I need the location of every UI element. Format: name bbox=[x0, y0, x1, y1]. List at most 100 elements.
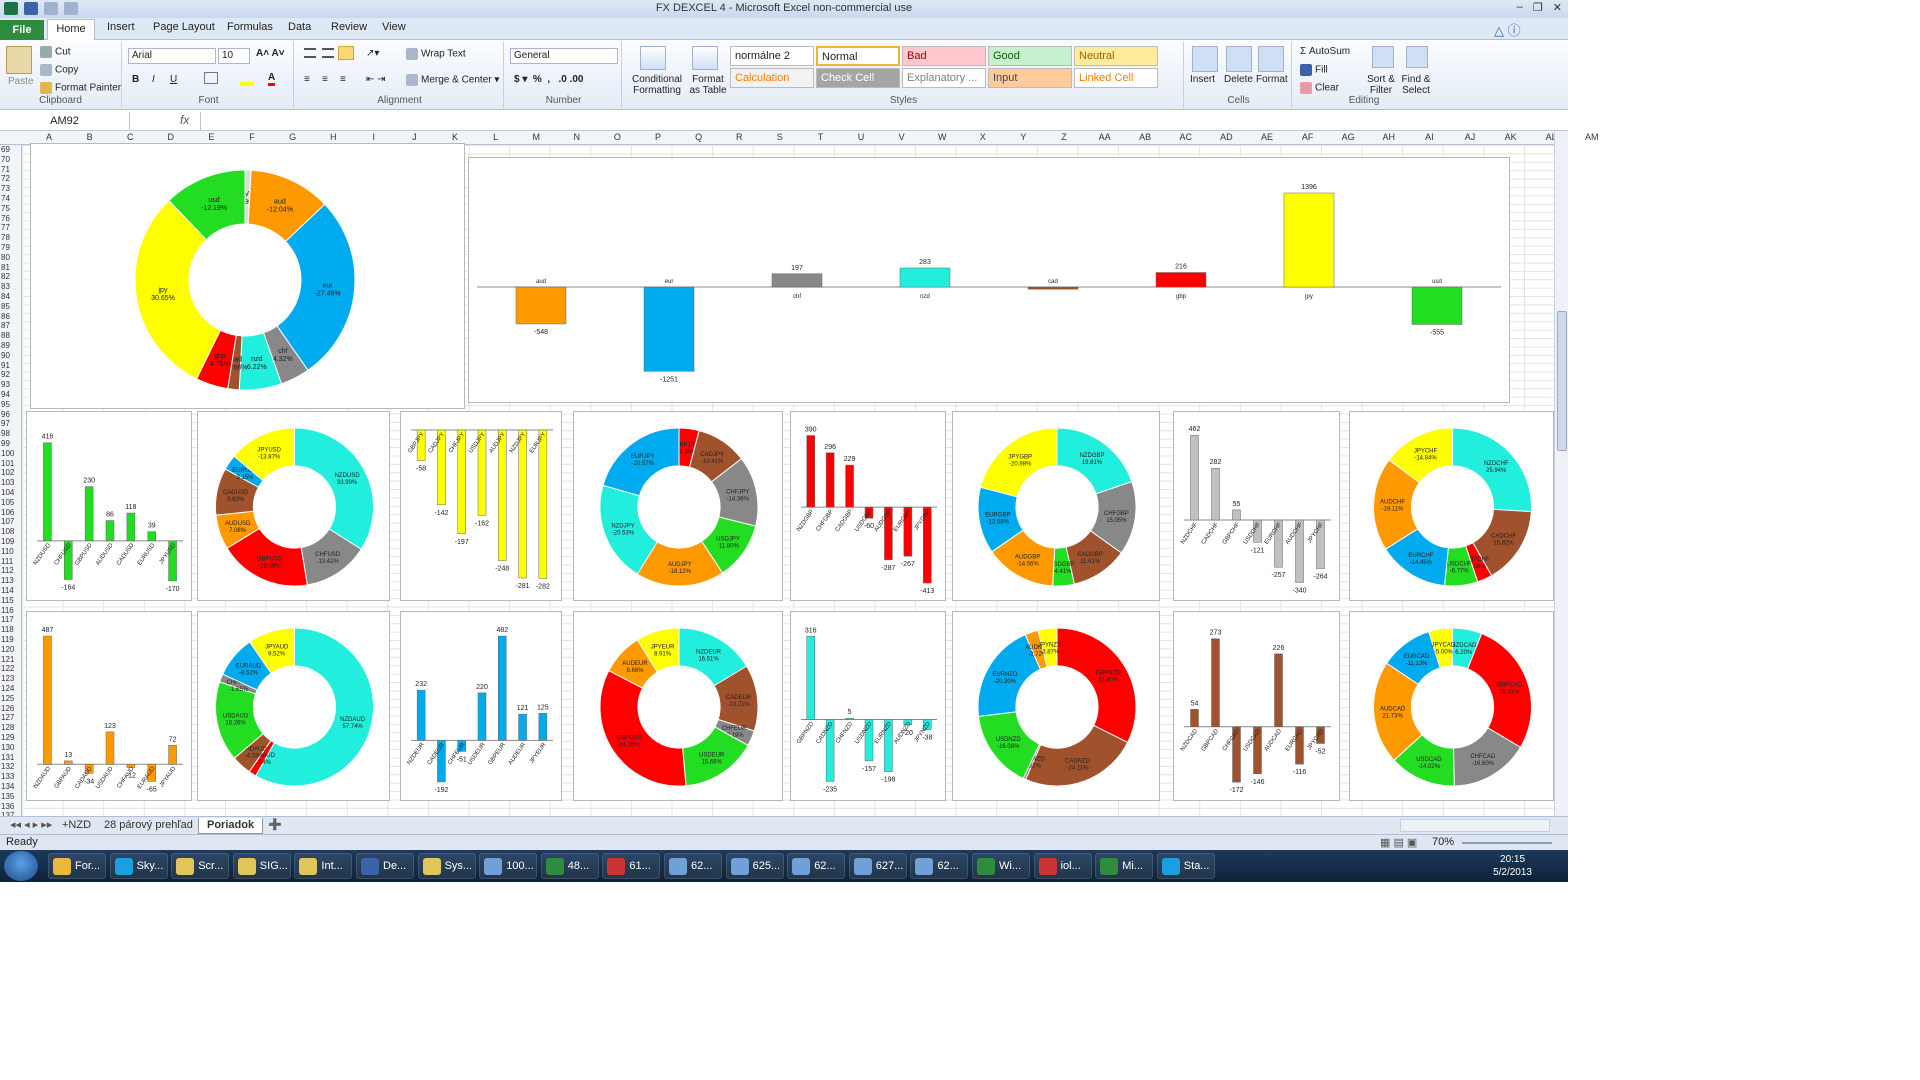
row-header[interactable]: 112 bbox=[1, 566, 14, 575]
jpy-donut-chart[interactable]: GBPJPY -4.10% CADJPY -10.41% CHFJPY -14.36% US… bbox=[573, 411, 783, 601]
row-header[interactable]: 134 bbox=[1, 782, 14, 791]
row-header[interactable]: 99 bbox=[1, 439, 10, 448]
taskbar-item[interactable]: Sta... bbox=[1156, 853, 1215, 879]
taskbar-item[interactable]: Sys... bbox=[417, 853, 476, 879]
column-header[interactable]: H bbox=[330, 132, 337, 142]
tab-review[interactable]: Review bbox=[331, 21, 367, 33]
taskbar-item[interactable]: Scr... bbox=[171, 853, 230, 879]
row-header[interactable]: 102 bbox=[1, 468, 14, 477]
chf-bars-chart[interactable]: 462 NZDCHF 282 CADCHF 55 GBPCHF -121 USDCHF -257… bbox=[1173, 411, 1340, 601]
delete-button[interactable]: Delete bbox=[1224, 74, 1253, 85]
column-header[interactable]: U bbox=[858, 132, 865, 142]
row-header[interactable]: 126 bbox=[1, 704, 14, 713]
row-header[interactable]: 82 bbox=[1, 272, 10, 281]
tab-file[interactable]: File bbox=[0, 20, 44, 40]
binoculars-icon[interactable] bbox=[1406, 46, 1428, 68]
align-bottom-icon[interactable] bbox=[338, 46, 354, 60]
row-header[interactable]: 104 bbox=[1, 488, 14, 497]
zoom-level[interactable]: 70% bbox=[1432, 836, 1454, 848]
format-icon[interactable] bbox=[1258, 46, 1284, 72]
cell-style-8[interactable]: Input bbox=[988, 68, 1072, 88]
row-header[interactable]: 83 bbox=[1, 282, 10, 291]
column-header[interactable]: AF bbox=[1302, 132, 1314, 142]
row-header[interactable]: 92 bbox=[1, 370, 10, 379]
column-header[interactable]: Z bbox=[1061, 132, 1067, 142]
fill-button[interactable]: Fill bbox=[1300, 64, 1328, 76]
align-left-icon[interactable]: ≡ bbox=[304, 74, 310, 85]
row-header[interactable]: 113 bbox=[1, 576, 14, 585]
close-button[interactable]: ✕ bbox=[1553, 1, 1562, 14]
column-header[interactable]: AB bbox=[1139, 132, 1151, 142]
row-header[interactable]: 93 bbox=[1, 380, 10, 389]
align-top-icon[interactable] bbox=[304, 48, 316, 58]
column-header[interactable]: AI bbox=[1425, 132, 1434, 142]
restore-button[interactable]: ❐ bbox=[1533, 1, 1543, 14]
cell-style-9[interactable]: Linked Cell bbox=[1074, 68, 1158, 88]
column-header[interactable]: X bbox=[980, 132, 986, 142]
row-header[interactable]: 78 bbox=[1, 233, 10, 242]
column-header[interactable]: N bbox=[574, 132, 581, 142]
row-header[interactable]: 119 bbox=[1, 635, 14, 644]
view-buttons[interactable]: ▦ ▤ ▣ bbox=[1380, 836, 1417, 849]
row-header[interactable]: 94 bbox=[1, 390, 10, 399]
row-header[interactable]: 115 bbox=[1, 596, 14, 605]
column-header[interactable]: I bbox=[373, 132, 376, 142]
column-header[interactable]: AE bbox=[1261, 132, 1273, 142]
row-header[interactable]: 100 bbox=[1, 449, 14, 458]
main-bar-chart[interactable]: -548 aud -1251 eur 197 chf 283 nzd cad 216 gbp 1396… bbox=[468, 157, 1510, 403]
taskbar-item[interactable]: 48... bbox=[540, 853, 599, 879]
row-header[interactable]: 76 bbox=[1, 214, 10, 223]
row-header[interactable]: 136 bbox=[1, 802, 14, 811]
column-header[interactable]: T bbox=[818, 132, 824, 142]
sort-filter-icon[interactable] bbox=[1372, 46, 1394, 68]
vertical-scrollbar[interactable] bbox=[1554, 131, 1568, 816]
formula-input[interactable] bbox=[200, 112, 1568, 130]
taskbar-item[interactable]: 625... bbox=[725, 853, 784, 879]
nzd-bars-chart[interactable]: 316 GBPNZD -235 CADNZD 5 CHFNZD -157 USDNZD -198… bbox=[790, 611, 946, 801]
column-header[interactable]: AC bbox=[1180, 132, 1193, 142]
row-header[interactable]: 133 bbox=[1, 772, 14, 781]
row-header[interactable]: 72 bbox=[1, 174, 10, 183]
minimize-button[interactable]: – bbox=[1517, 1, 1523, 14]
cell-style-2[interactable]: Bad bbox=[902, 46, 986, 66]
align-right-icon[interactable]: ≡ bbox=[340, 74, 346, 85]
merge-center-button[interactable]: Merge & Center ▾ bbox=[406, 74, 499, 86]
system-clock[interactable]: 20:15 5/2/2013 bbox=[1493, 853, 1532, 879]
font-color-icon[interactable]: A bbox=[268, 72, 276, 86]
eur-donut-chart[interactable]: NZDEUR 16.51% CADEUR -13.71% CHFEUR -3.19% USD… bbox=[573, 611, 783, 801]
row-header[interactable]: 84 bbox=[1, 292, 10, 301]
taskbar-item[interactable]: iol... bbox=[1033, 853, 1092, 879]
borders-icon[interactable] bbox=[204, 72, 218, 84]
paste-icon[interactable] bbox=[6, 46, 32, 74]
row-header[interactable]: 131 bbox=[1, 753, 14, 762]
sheet-tab-poriadok[interactable]: Poriadok bbox=[198, 818, 264, 834]
number-format-select[interactable]: General bbox=[510, 48, 618, 64]
column-header[interactable]: C bbox=[127, 132, 134, 142]
bold-button[interactable]: B bbox=[132, 74, 139, 85]
row-header[interactable]: 123 bbox=[1, 674, 14, 683]
column-header[interactable]: S bbox=[777, 132, 783, 142]
row-header[interactable]: 106 bbox=[1, 508, 14, 517]
font-size-select[interactable]: 10 bbox=[218, 48, 250, 64]
gbp-bars-chart[interactable]: 390 NZDGBP 296 CHFGBP 229 CADGBP -60 USDGBP -287… bbox=[790, 411, 946, 601]
tab-insert[interactable]: Insert bbox=[107, 21, 135, 33]
insert-function-icon[interactable]: fx bbox=[180, 113, 189, 127]
align-center-icon[interactable]: ≡ bbox=[322, 74, 328, 85]
grow-font-button[interactable]: A˄ A˅ bbox=[256, 48, 285, 59]
row-header[interactable]: 85 bbox=[1, 302, 10, 311]
column-header[interactable]: AH bbox=[1383, 132, 1396, 142]
cad-donut-chart[interactable]: NZDCAD 6.20% GBPCAD 28.31% CHFCAD -16.60% USDC… bbox=[1349, 611, 1554, 801]
row-header[interactable]: 81 bbox=[1, 263, 10, 272]
row-header[interactable]: 98 bbox=[1, 429, 10, 438]
tab-view[interactable]: View bbox=[382, 21, 406, 33]
cell-style-0[interactable]: normálne 2 bbox=[730, 46, 814, 66]
row-header[interactable]: 107 bbox=[1, 517, 14, 526]
taskbar-item[interactable]: 61... bbox=[602, 853, 661, 879]
column-header[interactable]: D bbox=[168, 132, 175, 142]
row-header[interactable]: 103 bbox=[1, 478, 14, 487]
row-header[interactable]: 111 bbox=[1, 557, 13, 566]
help-icon[interactable]: △ ⓘ bbox=[1494, 20, 1521, 39]
worksheet-grid[interactable]: AVG -0.90% aud -12.04% eur -27.46% chf 4.32% nzd… bbox=[22, 143, 1554, 816]
format-painter-button[interactable]: Format Painter bbox=[40, 82, 121, 94]
taskbar-item[interactable]: Sky... bbox=[109, 853, 168, 879]
